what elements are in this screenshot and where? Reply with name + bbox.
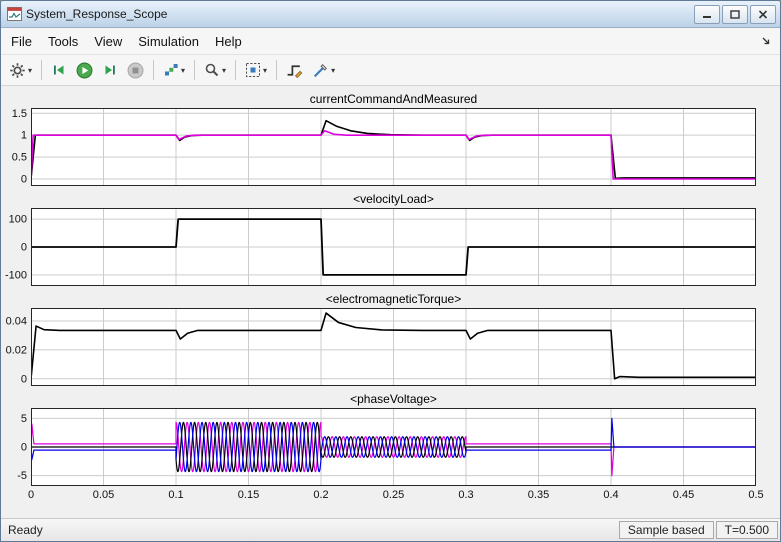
- y-tick-label: 0: [21, 373, 27, 385]
- step-forward-button[interactable]: [98, 58, 122, 82]
- menubar: FileToolsViewSimulationHelp: [1, 28, 780, 55]
- scope-app-icon: [7, 7, 22, 21]
- stop-icon: [127, 62, 144, 79]
- toolbar-divider: [194, 60, 195, 80]
- scope-window: System_Response_Scope FileToolsViewSimul…: [0, 0, 781, 542]
- maximize-button[interactable]: [722, 5, 748, 24]
- x-tick-label: 0.15: [238, 489, 259, 501]
- minimize-icon: [702, 10, 712, 19]
- titlebar[interactable]: System_Response_Scope: [1, 1, 780, 28]
- toolbar-divider: [276, 60, 277, 80]
- menu-item-help[interactable]: Help: [207, 30, 250, 53]
- x-tick-label: 0.2: [313, 489, 328, 501]
- run-button[interactable]: [72, 58, 97, 83]
- triggers-button[interactable]: [282, 58, 307, 83]
- x-tick-label: 0.4: [603, 489, 618, 501]
- step-forward-icon: [102, 62, 118, 78]
- step-back-icon: [51, 62, 67, 78]
- plot-title-1: currentCommandAndMeasured: [31, 92, 756, 107]
- stepping-icon: [163, 62, 179, 78]
- x-tick-label: 0: [28, 489, 34, 501]
- plot-canvas-2[interactable]: -100 0 100: [1, 208, 780, 286]
- zoom-icon: [204, 62, 220, 78]
- plot-1: currentCommandAndMeasured 0 0.5 1 1.5: [1, 92, 780, 186]
- plot-canvas-3[interactable]: 0 0.02 0.04: [1, 308, 780, 386]
- stop-button[interactable]: [123, 58, 148, 83]
- y-tick-label: 0.5: [12, 152, 27, 164]
- plot-title-2: <velocityLoad>: [31, 192, 756, 207]
- dropdown-caret-icon: ▾: [331, 66, 335, 75]
- y-tick-label: 0: [21, 173, 27, 185]
- window-title: System_Response_Scope: [26, 7, 694, 21]
- minimize-button[interactable]: [694, 5, 720, 24]
- x-tick-label: 0.1: [168, 489, 183, 501]
- fit-icon: [245, 62, 261, 78]
- y-tick-label: 100: [9, 214, 27, 226]
- statusbar: Ready Sample based T=0.500: [1, 518, 780, 541]
- measure-icon: [312, 62, 329, 79]
- plot-canvas-4[interactable]: -5 0 5: [1, 408, 780, 486]
- x-tick-label: 0.25: [383, 489, 404, 501]
- x-tick-label: 0.35: [528, 489, 549, 501]
- x-tick-label: 0.3: [458, 489, 473, 501]
- close-icon: [758, 10, 768, 19]
- close-button[interactable]: [750, 5, 776, 24]
- plot-canvas-1[interactable]: 0 0.5 1 1.5: [1, 108, 780, 186]
- plot-title-4: <phaseVoltage>: [31, 392, 756, 407]
- status-text: Ready: [3, 523, 43, 537]
- menu-item-file[interactable]: File: [3, 30, 40, 53]
- x-axis-labels: 0 0.05 0.1 0.15 0.2 0.25 0.3 0.35 0.4 0.45 0.5: [1, 486, 780, 503]
- plots-area: currentCommandAndMeasured 0 0.5 1 1.5 <veloci…: [1, 86, 780, 518]
- dropdown-caret-icon: ▾: [263, 66, 267, 75]
- menu-item-view[interactable]: View: [86, 30, 130, 53]
- y-tick-label: 1.5: [12, 108, 27, 120]
- y-tick-label: -100: [5, 269, 27, 281]
- step-backward-button[interactable]: [47, 58, 71, 82]
- maximize-icon: [730, 10, 740, 19]
- x-tick-label: 0.45: [673, 489, 694, 501]
- y-tick-label: 0.04: [6, 316, 27, 328]
- dock-arrow-icon[interactable]: [754, 35, 778, 47]
- y-tick-label: 0: [21, 442, 27, 454]
- dropdown-caret-icon: ▾: [222, 66, 226, 75]
- y-tick-label: 5: [21, 413, 27, 425]
- sample-mode-box: Sample based: [619, 521, 714, 539]
- toolbar: ▾ ▾ ▾ ▾ ▾: [1, 55, 780, 86]
- toolbar-divider: [235, 60, 236, 80]
- plot-title-3: <electromagneticTorque>: [31, 292, 756, 307]
- zoom-button[interactable]: ▾: [200, 58, 230, 82]
- sim-time-box: T=0.500: [716, 521, 778, 539]
- y-tick-label: 0: [21, 242, 27, 254]
- x-tick-label: 0.05: [93, 489, 114, 501]
- gear-icon: [9, 62, 26, 79]
- trigger-icon: [286, 62, 303, 79]
- fit-to-view-button[interactable]: ▾: [241, 58, 271, 82]
- cursor-measurements-button[interactable]: ▾: [308, 58, 339, 83]
- dropdown-caret-icon: ▾: [181, 66, 185, 75]
- stepping-options-button[interactable]: ▾: [159, 58, 189, 82]
- toolbar-divider: [41, 60, 42, 80]
- toolbar-divider: [153, 60, 154, 80]
- plot-4: <phaseVoltage> -5 0 5: [1, 392, 780, 486]
- y-tick-label: 1: [21, 130, 27, 142]
- run-icon: [76, 62, 93, 79]
- menu-item-simulation[interactable]: Simulation: [130, 30, 207, 53]
- y-tick-label: -5: [17, 470, 27, 482]
- dropdown-caret-icon: ▾: [28, 66, 32, 75]
- plot-3: <electromagneticTorque> 0 0.02 0.04: [1, 292, 780, 386]
- menu-item-tools[interactable]: Tools: [40, 30, 86, 53]
- plot-2: <velocityLoad> -100 0 100: [1, 192, 780, 286]
- settings-button[interactable]: ▾: [5, 58, 36, 83]
- y-tick-label: 0.02: [6, 344, 27, 356]
- x-tick-label: 0.5: [748, 489, 763, 501]
